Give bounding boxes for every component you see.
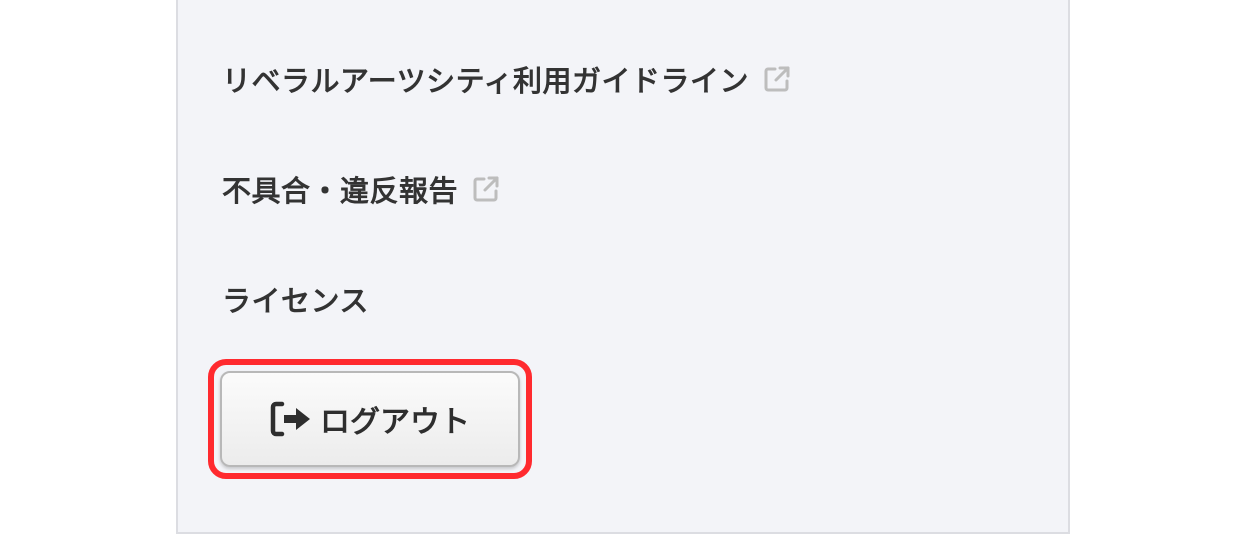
menu-item-license[interactable]: ライセンス (222, 278, 369, 320)
menu-item-label: リベラルアーツシティ利用ガイドライン (222, 64, 749, 98)
sign-out-icon (270, 401, 310, 437)
menu-panel: リベラルアーツシティ利用ガイドライン 不具合・違反報告 ライセンス ログアウト (176, 0, 1070, 534)
menu-item-label: 不具合・違反報告 (222, 174, 459, 208)
external-link-icon (473, 176, 499, 202)
menu-item-label: ライセンス (222, 284, 369, 318)
menu-item-guideline[interactable]: リベラルアーツシティ利用ガイドライン (222, 58, 793, 100)
logout-button[interactable]: ログアウト (220, 371, 520, 467)
menu-item-report[interactable]: 不具合・違反報告 (222, 168, 502, 210)
logout-label: ログアウト (320, 405, 470, 440)
external-link-icon (764, 66, 790, 92)
